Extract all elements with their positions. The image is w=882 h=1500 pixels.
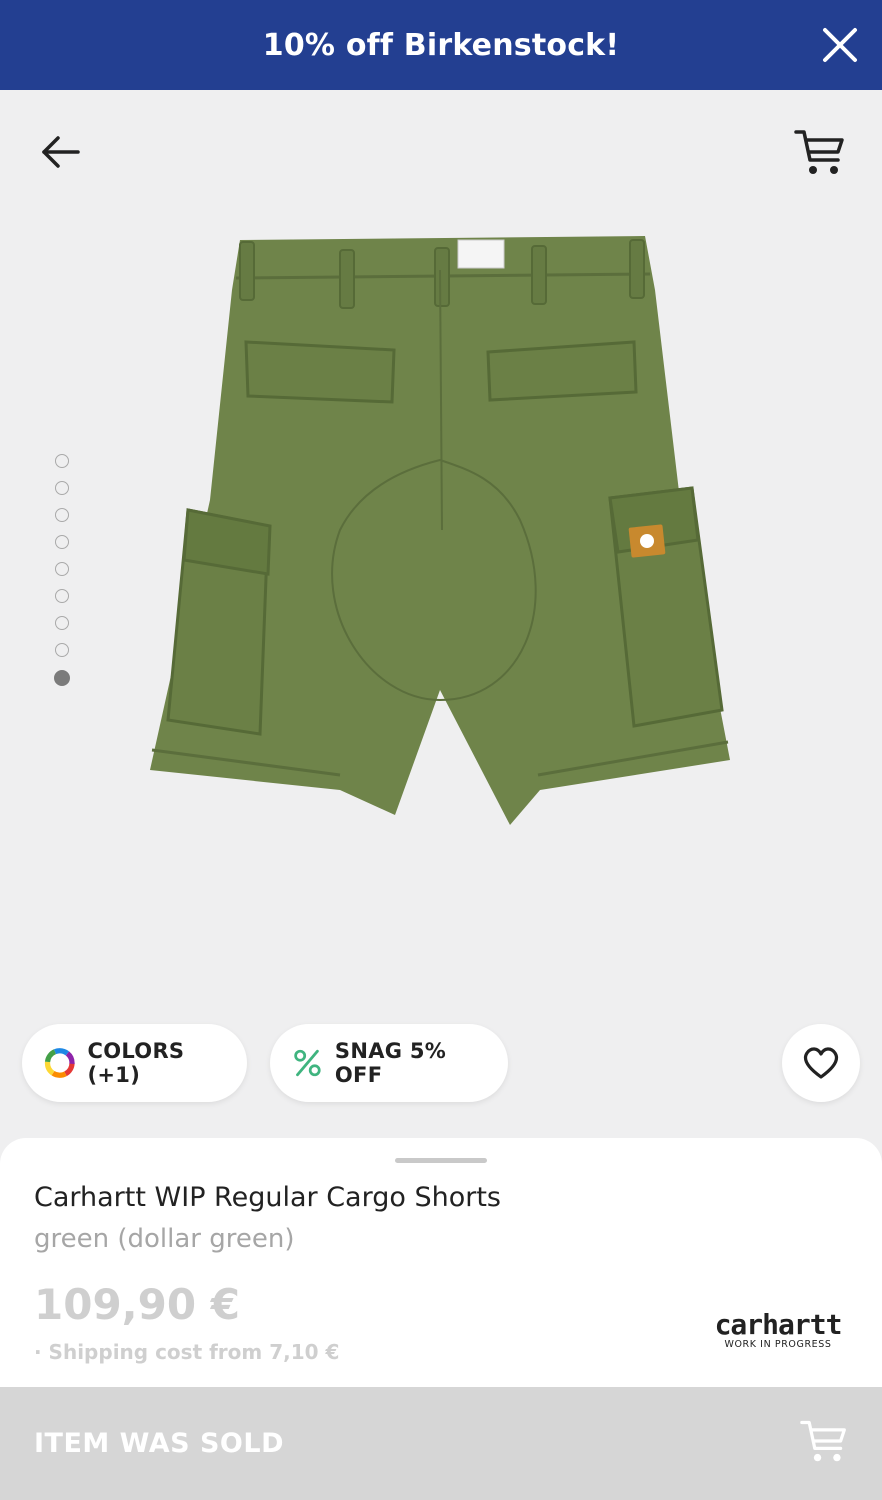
product-gallery[interactable]: COLORS (+1) SNAG 5% OFF xyxy=(0,90,882,1140)
heart-icon xyxy=(803,1047,839,1079)
percent-icon xyxy=(294,1049,321,1077)
product-price: 109,90 € xyxy=(34,1280,240,1329)
color-wheel-icon xyxy=(44,1048,75,1078)
gallery-dot[interactable] xyxy=(55,454,69,468)
cart-icon xyxy=(800,1420,846,1462)
sold-status-bar: ITEM WAS SOLD xyxy=(0,1387,882,1500)
snag-discount-button[interactable]: SNAG 5% OFF xyxy=(270,1024,508,1102)
back-arrow-icon[interactable] xyxy=(38,130,82,174)
gallery-dot[interactable] xyxy=(55,535,69,549)
gallery-dot[interactable] xyxy=(55,562,69,576)
product-color: green (dollar green) xyxy=(34,1224,295,1254)
gallery-dot[interactable] xyxy=(55,508,69,522)
promo-text: 10% off Birkenstock! xyxy=(262,27,620,63)
gallery-dot[interactable] xyxy=(55,589,69,603)
gallery-dot-active[interactable] xyxy=(54,670,70,686)
gallery-dot[interactable] xyxy=(55,616,69,630)
sold-label: ITEM WAS SOLD xyxy=(34,1428,285,1459)
promo-banner[interactable]: 10% off Birkenstock! xyxy=(0,0,882,90)
cart-icon[interactable] xyxy=(794,126,846,178)
shipping-cost: · Shipping cost from 7,10 € xyxy=(34,1340,340,1364)
gallery-dot[interactable] xyxy=(55,643,69,657)
colors-label: COLORS (+1) xyxy=(87,1039,185,1087)
wishlist-button[interactable] xyxy=(782,1024,860,1102)
brand-name: carhartt xyxy=(714,1308,843,1341)
product-title: Carhartt WIP Regular Cargo Shorts xyxy=(34,1182,501,1213)
product-image[interactable] xyxy=(140,230,740,840)
close-icon[interactable] xyxy=(820,25,860,65)
colors-button[interactable]: COLORS (+1) xyxy=(22,1024,247,1102)
gallery-dot[interactable] xyxy=(55,481,69,495)
snag-label: SNAG 5% OFF xyxy=(334,1039,447,1087)
brand-logo[interactable]: carhartt WORK IN PROGRESS xyxy=(698,1308,858,1350)
gallery-pagination xyxy=(54,454,71,699)
product-info-sheet: Carhartt WIP Regular Cargo Shorts green … xyxy=(0,1138,882,1388)
sheet-handle[interactable] xyxy=(395,1158,487,1163)
